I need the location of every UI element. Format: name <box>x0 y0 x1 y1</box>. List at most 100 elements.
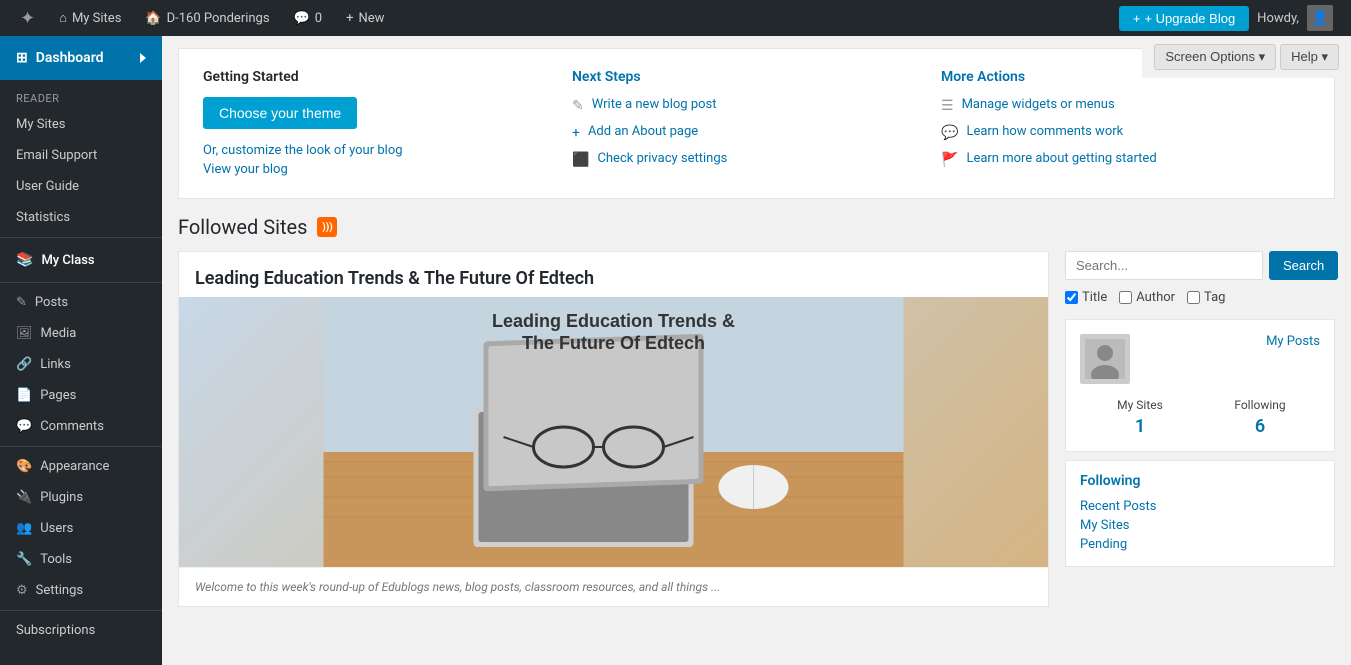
blog-post-panel: Leading Education Trends & The Future Of… <box>178 251 1049 607</box>
following-my-sites[interactable]: My Sites <box>1080 516 1320 535</box>
comments-count: 0 <box>315 11 322 26</box>
pages-label: Pages <box>40 388 76 403</box>
user-avatar[interactable]: 👤 <box>1307 5 1333 31</box>
sidebar-item-email-support[interactable]: Email Support <box>0 140 162 171</box>
sidebar-divider-3 <box>0 446 162 447</box>
filter-author-label[interactable]: Author <box>1119 290 1175 305</box>
sidebar-item-pages[interactable]: 📄 Pages <box>0 380 162 411</box>
settings-label: Settings <box>36 583 83 598</box>
action-getting-started: 🚩 Learn more about getting started <box>941 151 1290 168</box>
search-button[interactable]: Search <box>1269 251 1338 280</box>
sidebar-item-comments[interactable]: 💬 Comments <box>0 411 162 442</box>
user-guide-label: User Guide <box>16 179 79 194</box>
howdy-label: Howdy, <box>1257 11 1299 26</box>
svg-text:Leading Education Trends &: Leading Education Trends & <box>492 311 735 331</box>
filter-tag-label[interactable]: Tag <box>1187 290 1225 305</box>
following-recent-posts[interactable]: Recent Posts <box>1080 497 1320 516</box>
tools-icon: 🔧 <box>16 552 32 567</box>
upgrade-blog-button[interactable]: + + Upgrade Blog <box>1119 6 1249 31</box>
media-icon: 🖼 <box>16 326 33 341</box>
view-blog-link[interactable]: View your blog <box>203 162 552 177</box>
upgrade-icon: + <box>1133 11 1141 26</box>
learn-more-link[interactable]: Learn more about getting started <box>966 151 1156 166</box>
privacy-link[interactable]: Check privacy settings <box>597 151 727 166</box>
manage-widgets-link[interactable]: Manage widgets or menus <box>962 97 1115 112</box>
widgets-icon: ☰ <box>941 98 954 114</box>
sidebar-divider-2 <box>0 282 162 283</box>
statistics-label: Statistics <box>16 210 70 225</box>
plugins-icon: 🔌 <box>16 490 32 505</box>
site-home-icon: 🏠 <box>145 11 161 26</box>
search-input[interactable] <box>1065 251 1263 280</box>
sidebar-item-posts[interactable]: ✎ Posts <box>0 287 162 318</box>
write-post-link[interactable]: Write a new blog post <box>592 97 717 112</box>
post-excerpt: Welcome to this week's round-up of Edubl… <box>179 567 1048 606</box>
sidebar-divider-1 <box>0 237 162 238</box>
links-label: Links <box>40 357 71 372</box>
adminbar-site-name[interactable]: 🏠 D-160 Ponderings <box>135 0 279 36</box>
sidebar-item-media[interactable]: 🖼 Media <box>0 318 162 349</box>
avatar-icon: 👤 <box>1311 10 1328 26</box>
filter-title-checkbox[interactable] <box>1065 291 1078 304</box>
sidebar-item-tools[interactable]: 🔧 Tools <box>0 544 162 575</box>
my-sites-stat: My Sites 1 <box>1080 398 1200 437</box>
sidebar-item-settings[interactable]: ⚙ Settings <box>0 575 162 606</box>
layout: ⊞ Dashboard Reader My Sites Email Suppor… <box>0 36 1351 665</box>
dashboard-icon: ⊞ <box>16 50 28 66</box>
svg-text:The Future Of Edtech: The Future Of Edtech <box>522 333 705 353</box>
email-support-label: Email Support <box>16 148 97 163</box>
sidebar-divider-4 <box>0 610 162 611</box>
my-sites-stat-value: 1 <box>1080 416 1200 437</box>
following-stat-label: Following <box>1200 398 1320 412</box>
subscriptions-label: Subscriptions <box>16 623 95 638</box>
sidebar-item-my-class[interactable]: 📚 My Class <box>0 242 162 278</box>
sidebar-item-plugins[interactable]: 🔌 Plugins <box>0 482 162 513</box>
following-pending[interactable]: Pending <box>1080 535 1320 554</box>
admin-bar: ✦ ⌂ My Sites 🏠 D-160 Ponderings 💬 0 + Ne… <box>0 0 1351 36</box>
next-step-about: + Add an About page <box>572 124 921 141</box>
rss-icon[interactable]: ))) <box>317 217 337 237</box>
my-sites-icon: ⌂ <box>59 10 67 26</box>
help-button[interactable]: Help ▾ <box>1280 44 1339 70</box>
filter-title-label[interactable]: Title <box>1065 290 1107 305</box>
my-posts-link[interactable]: My Posts <box>1266 334 1320 349</box>
screen-options-button[interactable]: Screen Options ▾ <box>1154 44 1276 70</box>
customize-link[interactable]: Or, customize the look of your blog <box>203 143 552 158</box>
search-filters: Title Author Tag <box>1065 290 1335 305</box>
right-panel: Search Title Author Tag <box>1065 251 1335 607</box>
comments-sidebar-label: Comments <box>40 419 104 434</box>
sidebar-dashboard[interactable]: ⊞ Dashboard <box>0 36 162 80</box>
following-title: Following <box>1080 473 1320 489</box>
adminbar-new[interactable]: + New <box>336 0 394 36</box>
sidebar-item-users[interactable]: 👥 Users <box>0 513 162 544</box>
comments-icon: 💬 <box>294 11 310 26</box>
sidebar-item-subscriptions[interactable]: Subscriptions <box>0 615 162 646</box>
adminbar-logo[interactable]: ✦ <box>10 0 45 36</box>
site-name-label: D-160 Ponderings <box>167 11 270 26</box>
profile-box: My Posts My Sites 1 Following 6 <box>1065 319 1335 452</box>
appearance-icon: 🎨 <box>16 459 32 474</box>
sidebar-item-user-guide[interactable]: User Guide <box>0 171 162 202</box>
dashboard-label: Dashboard <box>36 50 104 66</box>
add-about-link[interactable]: Add an About page <box>588 124 698 139</box>
following-stat: Following 6 <box>1200 398 1320 437</box>
choose-theme-button[interactable]: Choose your theme <box>203 97 357 129</box>
sidebar-item-appearance[interactable]: 🎨 Appearance <box>0 451 162 482</box>
adminbar-my-sites[interactable]: ⌂ My Sites <box>49 0 131 36</box>
my-sites-label: My Sites <box>72 11 121 26</box>
filter-tag-checkbox[interactable] <box>1187 291 1200 304</box>
adminbar-comments[interactable]: 💬 0 <box>284 0 333 36</box>
links-icon: 🔗 <box>16 357 32 372</box>
profile-top: My Posts <box>1080 334 1320 384</box>
filter-author-checkbox[interactable] <box>1119 291 1132 304</box>
my-class-icon: 📚 <box>16 252 33 268</box>
settings-icon: ⚙ <box>16 583 28 598</box>
write-icon: ✎ <box>572 98 584 114</box>
sidebar-item-statistics[interactable]: Statistics <box>0 202 162 233</box>
sidebar-item-links[interactable]: 🔗 Links <box>0 349 162 380</box>
learn-comments-link[interactable]: Learn how comments work <box>966 124 1123 139</box>
comments-sidebar-icon: 💬 <box>16 419 32 434</box>
users-label: Users <box>40 521 73 536</box>
sidebar-item-my-sites[interactable]: My Sites <box>0 109 162 140</box>
new-label: New <box>358 11 384 26</box>
